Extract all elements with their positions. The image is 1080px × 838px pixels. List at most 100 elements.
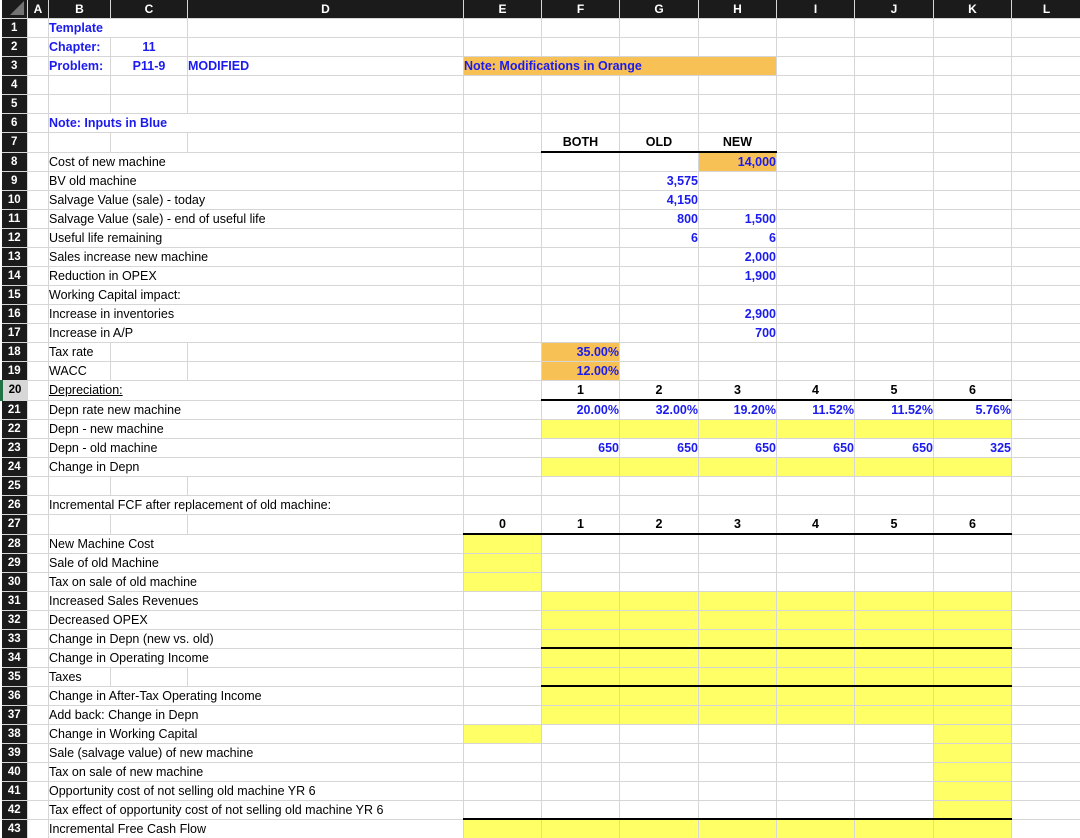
cell-k6[interactable] — [933, 113, 1012, 133]
value-cost-of-new-machine-new[interactable]: 14,000 — [698, 152, 777, 172]
cell-a25[interactable] — [27, 476, 49, 496]
fcf-depn-y4[interactable] — [776, 629, 855, 649]
cell-d5[interactable] — [187, 94, 464, 114]
row-header-10[interactable]: 10 — [1, 190, 28, 210]
cell-l25[interactable] — [1011, 476, 1080, 496]
row-header-1[interactable]: 1 — [1, 18, 28, 38]
cell-f26[interactable] — [541, 495, 620, 515]
cell-i8[interactable] — [776, 152, 855, 172]
table-row[interactable]: 28 New Machine Cost — [1, 534, 1080, 554]
value-salvage-end-old[interactable]: 800 — [619, 209, 699, 229]
worksheet-grid[interactable]: A B C D E F G H I J K L 1 Template 2 Cha… — [0, 0, 1080, 838]
table-row[interactable]: 26 Incremental FCF after replacement of … — [1, 495, 1080, 515]
fcf-depn-y6[interactable] — [933, 629, 1012, 649]
cell-j19[interactable] — [854, 361, 934, 381]
cell-e23[interactable] — [463, 438, 542, 458]
cell-e31[interactable] — [463, 591, 542, 611]
change-depn-y4[interactable] — [776, 457, 855, 477]
fcf-opex-y6[interactable] — [933, 610, 1012, 630]
table-row[interactable]: 24 Change in Depn — [1, 457, 1080, 477]
fcf-opex-y2[interactable] — [619, 610, 699, 630]
row-header-22[interactable]: 22 — [1, 419, 28, 439]
change-depn-y6[interactable] — [933, 457, 1012, 477]
cell-a7[interactable] — [27, 132, 49, 153]
table-row[interactable]: 1 Template — [1, 18, 1080, 38]
cell-h29[interactable] — [698, 553, 777, 573]
cell-l42[interactable] — [1011, 800, 1080, 820]
cell-g6[interactable] — [619, 113, 699, 133]
row-header-37[interactable]: 37 — [1, 705, 28, 725]
cell-k28[interactable] — [933, 534, 1012, 554]
cell-g15[interactable] — [619, 285, 699, 305]
cell-i13[interactable] — [776, 247, 855, 267]
cell-l15[interactable] — [1011, 285, 1080, 305]
cell-a26[interactable] — [27, 495, 49, 515]
cell-a35[interactable] — [27, 667, 49, 687]
fcf-taxes-y6[interactable] — [933, 667, 1012, 687]
cell-a12[interactable] — [27, 228, 49, 248]
cell-a33[interactable] — [27, 629, 49, 649]
table-row[interactable]: 30 Tax on sale of old machine — [1, 572, 1080, 592]
row-header-24[interactable]: 24 — [1, 457, 28, 477]
cell-c19[interactable] — [110, 361, 188, 381]
cell-f25[interactable] — [541, 476, 620, 496]
cell-f4[interactable] — [541, 75, 620, 95]
cell-g40[interactable] — [619, 762, 699, 782]
fcf-total-y0[interactable] — [463, 818, 542, 838]
cell-e39[interactable] — [463, 743, 542, 763]
cell-l31[interactable] — [1011, 591, 1080, 611]
cell-l38[interactable] — [1011, 724, 1080, 744]
cell-j1[interactable] — [854, 18, 934, 38]
cell-j39[interactable] — [854, 743, 934, 763]
cell-e10[interactable] — [463, 190, 542, 210]
cell-d18[interactable] — [187, 342, 464, 362]
row-header-28[interactable]: 28 — [1, 534, 28, 554]
cell-a42[interactable] — [27, 800, 49, 820]
cell-e2[interactable] — [463, 37, 542, 57]
fcf-taxes-y4[interactable] — [776, 667, 855, 687]
fcf-op-income-y2[interactable] — [619, 647, 699, 668]
cell-d2[interactable] — [187, 37, 464, 57]
table-row[interactable]: 27 0 1 2 3 4 5 6 — [1, 514, 1080, 535]
column-header-g[interactable]: G — [619, 0, 699, 19]
cell-l7[interactable] — [1011, 132, 1080, 153]
cell-h15[interactable] — [698, 285, 777, 305]
cell-d27[interactable] — [187, 514, 464, 535]
cell-c35[interactable] — [110, 667, 188, 687]
value-reduction-opex-new[interactable]: 1,900 — [698, 266, 777, 286]
cell-j2[interactable] — [854, 37, 934, 57]
row-header-42[interactable]: 42 — [1, 800, 28, 820]
cell-e24[interactable] — [463, 457, 542, 477]
cell-a21[interactable] — [27, 400, 49, 420]
fcf-opex-y4[interactable] — [776, 610, 855, 630]
cell-l4[interactable] — [1011, 75, 1080, 95]
cell-l5[interactable] — [1011, 94, 1080, 114]
cell-j11[interactable] — [854, 209, 934, 229]
table-row[interactable]: 33 Change in Depn (new vs. old) — [1, 629, 1080, 649]
cell-e18[interactable] — [463, 342, 542, 362]
column-header-l[interactable]: L — [1011, 0, 1080, 19]
cell-e25[interactable] — [463, 476, 542, 496]
cell-e21[interactable] — [463, 400, 542, 420]
fcf-op-income-y1[interactable] — [541, 647, 620, 668]
cell-a4[interactable] — [27, 75, 49, 95]
row-header-21[interactable]: 21 — [1, 400, 28, 420]
fcf-opex-y1[interactable] — [541, 610, 620, 630]
cell-b5[interactable] — [48, 94, 111, 114]
fcf-sales-y6[interactable] — [933, 591, 1012, 611]
column-header-h[interactable]: H — [698, 0, 777, 19]
cell-l29[interactable] — [1011, 553, 1080, 573]
column-header-j[interactable]: J — [854, 0, 934, 19]
depn-new-y5[interactable] — [854, 419, 934, 439]
cell-j15[interactable] — [854, 285, 934, 305]
fcf-taxes-y3[interactable] — [698, 667, 777, 687]
cell-c4[interactable] — [110, 75, 188, 95]
cell-k15[interactable] — [933, 285, 1012, 305]
cell-j28[interactable] — [854, 534, 934, 554]
cell-g17[interactable] — [619, 323, 699, 343]
cell-e42[interactable] — [463, 800, 542, 820]
cell-j6[interactable] — [854, 113, 934, 133]
cell-j30[interactable] — [854, 572, 934, 592]
cell-a9[interactable] — [27, 171, 49, 191]
cell-a41[interactable] — [27, 781, 49, 801]
